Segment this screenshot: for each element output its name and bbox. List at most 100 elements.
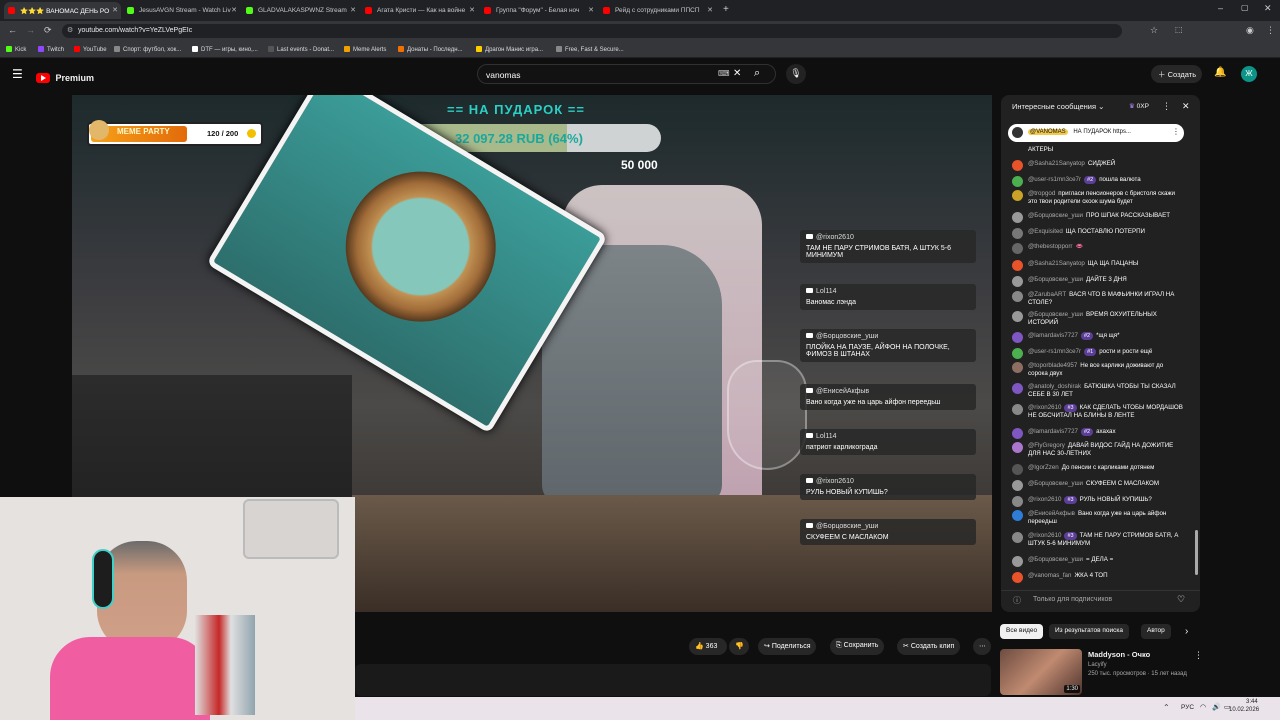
bookmark-item[interactable]: Спорт: футбол, хок... bbox=[114, 46, 181, 53]
stream-chat-text: ПЛОЙКА НА ПАУЗЕ, АЙФОН НА ПОЛОЧКЕ, ФИМОЗ… bbox=[806, 344, 950, 358]
live-chat-title[interactable]: Интересные сообщения ⌄ bbox=[1012, 102, 1104, 111]
avatar[interactable]: Ж bbox=[1241, 66, 1257, 82]
youtube-logo[interactable]: Premium bbox=[36, 69, 94, 83]
tab-close-icon[interactable]: ✕ bbox=[350, 6, 356, 14]
close-chat-icon[interactable]: ✕ bbox=[1182, 101, 1190, 112]
tray-chevron-icon[interactable]: ⌃ bbox=[1163, 703, 1170, 712]
filter-chip[interactable]: Из результатов поиска bbox=[1049, 624, 1130, 639]
keyboard-icon[interactable]: ⌨ bbox=[718, 69, 730, 78]
bookmark-item[interactable]: Twitch bbox=[38, 46, 64, 53]
diving-helmet bbox=[317, 143, 524, 350]
chat-message: @lamardavis7727 #2 ахахах bbox=[1012, 428, 1184, 439]
clock-date[interactable]: 10.02.2026 bbox=[1229, 707, 1259, 713]
bookmark-item[interactable]: Meme Alerts bbox=[344, 46, 386, 53]
filter-chip[interactable]: Все видео bbox=[1000, 624, 1044, 639]
related-video[interactable]: 1:30 Maddyson - Очко Lacyify 250 тыс. пр… bbox=[1000, 649, 1203, 697]
heart-icon[interactable]: ♡ bbox=[1177, 594, 1185, 605]
voice-search-icon[interactable]: 🎙 bbox=[786, 64, 806, 84]
more-actions-button[interactable]: ⋯ bbox=[973, 638, 991, 655]
avatar bbox=[1012, 480, 1023, 491]
pinned-menu-icon[interactable]: ⋮ bbox=[1172, 127, 1180, 136]
chat-scrollbar[interactable] bbox=[1195, 530, 1198, 575]
check-engine-sign bbox=[243, 499, 339, 559]
maximize-button[interactable]: ▢ bbox=[1241, 3, 1249, 12]
bookmark-item[interactable]: Last events - Donat... bbox=[268, 46, 334, 53]
like-button[interactable]: 👍 363 bbox=[689, 638, 727, 655]
url-text: youtube.com/watch?v=YeZLVePgEIc bbox=[78, 27, 193, 34]
tab-close-icon[interactable]: ✕ bbox=[469, 6, 475, 14]
extensions-icon[interactable]: ⬚ bbox=[1175, 25, 1183, 34]
save-button[interactable]: ⎘ Сохранить bbox=[830, 638, 885, 655]
site-info-icon[interactable]: ⚙ bbox=[67, 26, 73, 34]
tab-close-icon[interactable]: ✕ bbox=[231, 6, 237, 14]
info-icon: ⓘ bbox=[1013, 596, 1021, 605]
clock-time[interactable]: 3:44 bbox=[1246, 699, 1258, 705]
bookmark-item[interactable]: DTF — игры, кино,... bbox=[192, 46, 258, 53]
stream-chat-message: @Борцовские_уши ПЛОЙКА НА ПАУЗЕ, АЙФОН НА… bbox=[800, 329, 976, 362]
browser-tab[interactable]: GLADVALAKASPWNZ Stream ✕ bbox=[242, 2, 359, 19]
browser-tab[interactable]: JesusAVGN Stream - Watch Liv ✕ bbox=[123, 2, 240, 19]
bookmark-favicon-icon bbox=[268, 46, 274, 52]
bookmark-favicon-icon bbox=[192, 46, 198, 52]
create-button[interactable]: ＋ Создать bbox=[1151, 65, 1202, 83]
share-button[interactable]: ↪ Поделиться bbox=[758, 638, 817, 655]
bookmark-label: Free, Fast & Secure... bbox=[565, 47, 624, 53]
chat-message: @tropgod пригласи пенсионеров с бристоля … bbox=[1012, 190, 1184, 206]
search-icon[interactable]: ⌕ bbox=[754, 67, 760, 80]
youtube-mini-icon bbox=[806, 433, 813, 438]
chat-text: ахахах bbox=[1096, 428, 1116, 435]
chat-message: @Борцовские_уши ПРО ШПАК РАССКАЗЫВАЕТ bbox=[1012, 212, 1184, 223]
chat-message: АКТЕРЫ bbox=[1012, 146, 1184, 154]
dislike-button[interactable]: 👎 bbox=[729, 638, 749, 655]
scissors-icon: ✂ bbox=[903, 643, 909, 650]
reload-icon[interactable]: ⟳ bbox=[44, 25, 52, 36]
bookmark-item[interactable]: Донаты - Последн... bbox=[398, 46, 463, 53]
chat-username: @Sasha21Sanyatop bbox=[1028, 260, 1085, 267]
bookmark-favicon-icon bbox=[344, 46, 350, 52]
minimize-button[interactable]: – bbox=[1218, 3, 1223, 13]
bookmark-star-icon[interactable]: ☆ bbox=[1150, 25, 1158, 36]
filter-chip[interactable]: Автор bbox=[1141, 624, 1171, 639]
bookmark-favicon-icon bbox=[74, 46, 80, 52]
new-tab-button[interactable]: + bbox=[723, 4, 729, 15]
close-window-button[interactable]: ✕ bbox=[1264, 3, 1272, 14]
browser-menu-icon[interactable]: ⋮ bbox=[1266, 25, 1275, 36]
chat-message: @Борцовские_уши ДАЙТЕ 3 ДНЯ bbox=[1012, 276, 1184, 287]
bookmark-item[interactable]: Драгон Манис игра... bbox=[476, 46, 543, 53]
bookmark-item[interactable]: Kick bbox=[6, 46, 26, 53]
chat-username: @user-rs1mn3ce7r bbox=[1028, 348, 1082, 355]
back-icon[interactable]: ← bbox=[8, 25, 17, 35]
bookmark-icon: ⎘ bbox=[836, 642, 842, 649]
profile-icon[interactable]: ◉ bbox=[1246, 25, 1254, 36]
bookmark-item[interactable]: YouTube bbox=[74, 46, 107, 53]
wifi-icon[interactable]: ◠ bbox=[1200, 703, 1206, 711]
language-indicator[interactable]: РУС bbox=[1181, 704, 1194, 711]
browser-tab[interactable]: Группа "Форум" - Белая ноч ✕ bbox=[480, 2, 597, 19]
bookmark-item[interactable]: Free, Fast & Secure... bbox=[556, 46, 624, 53]
bookmark-favicon-icon bbox=[114, 46, 120, 52]
chat-input-area[interactable]: ⓘ Только для подписчиков ♡ bbox=[1001, 590, 1200, 610]
related-video-menu-icon[interactable]: ⋮ bbox=[1194, 650, 1203, 661]
browser-tab[interactable]: Рейд с сотрудниками ППСП ✕ bbox=[599, 2, 716, 19]
stream-chat-user: @Борцовские_уши bbox=[806, 333, 970, 340]
browser-tab[interactable]: Агата Кристи — Как на войне ✕ bbox=[361, 2, 478, 19]
volume-icon[interactable]: 🔊 bbox=[1212, 703, 1221, 711]
address-bar[interactable]: ⚙ youtube.com/watch?v=YeZLVePgEIc bbox=[62, 24, 1122, 38]
chat-message: @Борцовские_уши = ДЕЛА = bbox=[1012, 556, 1184, 567]
clear-search-icon[interactable]: ✕ bbox=[733, 68, 741, 79]
hamburger-menu-icon[interactable]: ☰ bbox=[12, 67, 23, 81]
bookmark-label: Twitch bbox=[47, 47, 65, 53]
tab-close-icon[interactable]: ✕ bbox=[588, 6, 594, 14]
description-box[interactable] bbox=[355, 664, 991, 696]
avatar bbox=[1012, 442, 1023, 453]
chat-menu-icon[interactable]: ⋮ bbox=[1162, 101, 1171, 112]
tab-close-icon[interactable]: ✕ bbox=[112, 6, 118, 14]
search-input[interactable]: vanomas ⌨ ✕ ⌕ bbox=[477, 64, 776, 84]
notifications-bell-icon[interactable]: 🔔 bbox=[1214, 67, 1226, 78]
browser-tab[interactable]: ⭐⭐⭐ ВАНОМАС ДЕНЬ РО ✕ bbox=[4, 2, 121, 19]
tab-close-icon[interactable]: ✕ bbox=[707, 6, 713, 14]
chips-next-icon[interactable]: › bbox=[1185, 626, 1188, 637]
create-clip-button[interactable]: ✂ Создать клип bbox=[897, 638, 961, 655]
forward-icon[interactable]: → bbox=[26, 25, 35, 35]
pinned-message[interactable]: @VANOMAS НА ПУДАРОК https... ⋮ bbox=[1008, 124, 1184, 142]
